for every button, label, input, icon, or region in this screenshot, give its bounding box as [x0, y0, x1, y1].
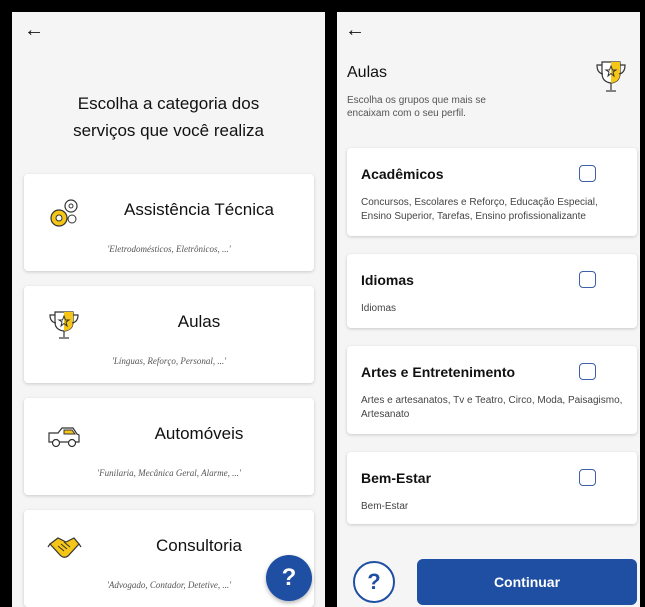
group-checkbox[interactable] [579, 165, 596, 182]
trophy-icon [49, 311, 79, 339]
page-title: Escolha a categoria dos serviços que voc… [73, 94, 264, 140]
continue-button[interactable]: Continuar [417, 559, 637, 605]
group-card-idiomas[interactable]: Idiomas Idiomas [347, 254, 637, 328]
gears-icon [50, 199, 78, 227]
group-checkbox[interactable] [579, 363, 596, 380]
category-desc: 'Funilaria, Mecânica Geral, Alarme, ...' [97, 468, 241, 478]
category-card-assistencia-tecnica[interactable]: Assistência Técnica 'Eletrodomésticos, E… [24, 174, 314, 271]
help-button[interactable]: ? [266, 555, 312, 601]
group-checkbox[interactable] [579, 469, 596, 486]
groups-screen: ← Aulas Escolha os grupos que mais se en… [337, 12, 640, 607]
handshake-icon [47, 537, 82, 558]
category-name: Automóveis [154, 424, 244, 443]
category-card-automoveis[interactable]: Automóveis 'Funilaria, Mecânica Geral, A… [24, 398, 314, 495]
category-card-aulas[interactable]: Aulas 'Línguas, Reforço, Personal, ...' [24, 286, 314, 383]
group-desc: Idiomas [361, 303, 397, 314]
category-name: Aulas [177, 312, 221, 331]
group-desc: Bem-Estar [361, 501, 409, 512]
group-checkbox[interactable] [579, 271, 596, 288]
group-name: Artes e Entretenimento [361, 364, 516, 380]
page-subtitle: Escolha os grupos que mais se encaixam c… [347, 95, 486, 119]
group-name: Idiomas [361, 272, 414, 288]
group-name: Acadêmicos [361, 166, 444, 182]
car-icon [48, 427, 80, 448]
group-desc: Artes e artesanatos, Tv e Teatro, Circo,… [361, 395, 623, 420]
help-button[interactable]: ? [353, 561, 395, 603]
group-desc: Concursos, Escolares e Reforço, Educação… [361, 197, 598, 222]
category-desc: 'Línguas, Reforço, Personal, ...' [111, 356, 227, 366]
back-arrow-icon[interactable]: ← [24, 20, 44, 40]
group-card-artes-entretenimento[interactable]: Artes e Entretenimento Artes e artesanat… [347, 346, 637, 434]
bottom-action-bar: ? Continuar [337, 545, 640, 607]
category-name: Consultoria [156, 536, 242, 555]
category-desc: 'Eletrodomésticos, Eletrônicos, ...' [107, 244, 231, 254]
group-card-academicos[interactable]: Acadêmicos Concursos, Escolares e Reforç… [347, 148, 637, 236]
category-screen: ← Escolha a categoria dos serviços que v… [12, 12, 325, 607]
trophy-icon [596, 61, 626, 92]
group-card-bem-estar[interactable]: Bem-Estar Bem-Estar [347, 452, 637, 524]
back-arrow-icon[interactable]: ← [345, 20, 365, 40]
category-name: Assistência Técnica [124, 200, 274, 219]
page-title: Aulas [347, 64, 388, 81]
group-name: Bem-Estar [361, 470, 432, 486]
